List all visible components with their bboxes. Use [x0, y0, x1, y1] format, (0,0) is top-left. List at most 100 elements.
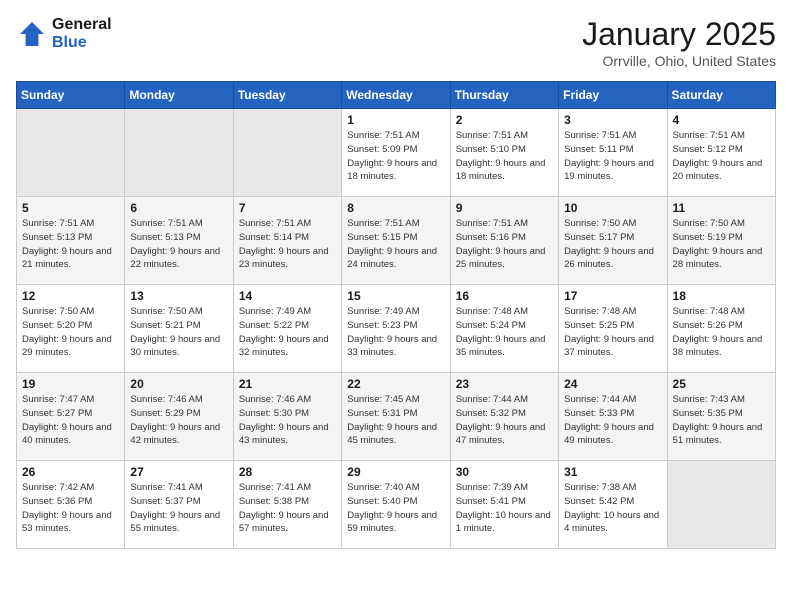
- day-info: Sunrise: 7:50 AMSunset: 5:17 PMDaylight:…: [564, 217, 661, 272]
- day-number: 24: [564, 377, 661, 391]
- day-number: 6: [130, 201, 227, 215]
- weekday-header: Saturday: [667, 82, 775, 109]
- weekday-header-row: SundayMondayTuesdayWednesdayThursdayFrid…: [17, 82, 776, 109]
- day-info: Sunrise: 7:48 AMSunset: 5:24 PMDaylight:…: [456, 305, 553, 360]
- calendar-cell: 13 Sunrise: 7:50 AMSunset: 5:21 PMDayligh…: [125, 285, 233, 373]
- calendar-week-row: 12Sunrise: 7:50 AMSunset: 5:20 PMDayligh…: [17, 285, 776, 373]
- calendar-cell: 26 Sunrise: 7:42 AMSunset: 5:36 PMDayligh…: [17, 461, 125, 549]
- calendar-week-row: 19Sunrise: 7:47 AMSunset: 5:27 PMDayligh…: [17, 373, 776, 461]
- calendar-cell: [125, 109, 233, 197]
- day-number: 30: [456, 465, 553, 479]
- day-number: 31: [564, 465, 661, 479]
- day-info: Sunrise: 7:50 AMSunset: 5:21 PMDaylight:…: [130, 305, 227, 360]
- day-info: Sunrise: 7:43 AMSunset: 5:35 PMDaylight:…: [673, 393, 770, 448]
- logo-icon: [16, 18, 48, 50]
- day-info: Sunrise: 7:38 AMSunset: 5:42 PMDaylight:…: [564, 481, 661, 536]
- calendar-cell: 24Sunrise: 7:44 AMSunset: 5:33 PMDayligh…: [559, 373, 667, 461]
- day-number: 17: [564, 289, 661, 303]
- day-number: 7: [239, 201, 336, 215]
- calendar-cell: 27Sunrise: 7:41 AMSunset: 5:37 PMDayligh…: [125, 461, 233, 549]
- day-info: Sunrise: 7:46 AMSunset: 5:29 PMDaylight:…: [130, 393, 227, 448]
- weekday-header: Friday: [559, 82, 667, 109]
- month-title: January 2025: [582, 16, 776, 53]
- day-info: Sunrise: 7:51 AMSunset: 5:11 PMDaylight:…: [564, 129, 661, 184]
- calendar-cell: 18Sunrise: 7:48 AMSunset: 5:26 PMDayligh…: [667, 285, 775, 373]
- calendar-cell: 29 Sunrise: 7:40 AMSunset: 5:40 PMDayligh…: [342, 461, 450, 549]
- calendar-cell: 11Sunrise: 7:50 AMSunset: 5:19 PMDayligh…: [667, 197, 775, 285]
- calendar-table: SundayMondayTuesdayWednesdayThursdayFrid…: [16, 81, 776, 549]
- day-info: Sunrise: 7:51 AMSunset: 5:10 PMDaylight:…: [456, 129, 553, 184]
- day-number: 11: [673, 201, 770, 215]
- weekday-header: Monday: [125, 82, 233, 109]
- calendar-cell: 1Sunrise: 7:51 AMSunset: 5:09 PMDaylight…: [342, 109, 450, 197]
- calendar-cell: 21 Sunrise: 7:46 AMSunset: 5:30 PMDayligh…: [233, 373, 341, 461]
- calendar-cell: 9 Sunrise: 7:51 AMSunset: 5:16 PMDaylight…: [450, 197, 558, 285]
- day-number: 14: [239, 289, 336, 303]
- day-info: Sunrise: 7:41 AMSunset: 5:38 PMDaylight:…: [239, 481, 336, 536]
- calendar-cell: 6 Sunrise: 7:51 AMSunset: 5:13 PMDaylight…: [125, 197, 233, 285]
- day-info: Sunrise: 7:50 AMSunset: 5:20 PMDaylight:…: [22, 305, 119, 360]
- day-number: 5: [22, 201, 119, 215]
- calendar-week-row: 1Sunrise: 7:51 AMSunset: 5:09 PMDaylight…: [17, 109, 776, 197]
- day-info: Sunrise: 7:49 AMSunset: 5:23 PMDaylight:…: [347, 305, 444, 360]
- day-number: 4: [673, 113, 770, 127]
- day-number: 10: [564, 201, 661, 215]
- day-info: Sunrise: 7:40 AMSunset: 5:40 PMDaylight:…: [347, 481, 444, 536]
- calendar-cell: 12Sunrise: 7:50 AMSunset: 5:20 PMDayligh…: [17, 285, 125, 373]
- day-number: 3: [564, 113, 661, 127]
- day-number: 20: [130, 377, 227, 391]
- day-info: Sunrise: 7:51 AMSunset: 5:13 PMDaylight:…: [130, 217, 227, 272]
- calendar-cell: 8 Sunrise: 7:51 AMSunset: 5:15 PMDaylight…: [342, 197, 450, 285]
- page-header: General Blue January 2025 Orrville, Ohio…: [16, 16, 776, 69]
- day-info: Sunrise: 7:44 AMSunset: 5:32 PMDaylight:…: [456, 393, 553, 448]
- calendar-cell: 4 Sunrise: 7:51 AMSunset: 5:12 PMDaylight…: [667, 109, 775, 197]
- weekday-header: Thursday: [450, 82, 558, 109]
- calendar-cell: 23 Sunrise: 7:44 AMSunset: 5:32 PMDayligh…: [450, 373, 558, 461]
- weekday-header: Tuesday: [233, 82, 341, 109]
- calendar-cell: 31 Sunrise: 7:38 AMSunset: 5:42 PMDayligh…: [559, 461, 667, 549]
- day-number: 15: [347, 289, 444, 303]
- day-number: 8: [347, 201, 444, 215]
- weekday-header: Sunday: [17, 82, 125, 109]
- calendar-week-row: 5 Sunrise: 7:51 AMSunset: 5:13 PMDaylight…: [17, 197, 776, 285]
- calendar-cell: 17 Sunrise: 7:48 AMSunset: 5:25 PMDayligh…: [559, 285, 667, 373]
- title-block: January 2025 Orrville, Ohio, United Stat…: [582, 16, 776, 69]
- day-info: Sunrise: 7:51 AMSunset: 5:14 PMDaylight:…: [239, 217, 336, 272]
- logo-text: General Blue: [52, 16, 112, 52]
- day-info: Sunrise: 7:45 AMSunset: 5:31 PMDaylight:…: [347, 393, 444, 448]
- day-number: 25: [673, 377, 770, 391]
- day-info: Sunrise: 7:51 AMSunset: 5:12 PMDaylight:…: [673, 129, 770, 184]
- calendar-cell: 2Sunrise: 7:51 AMSunset: 5:10 PMDaylight…: [450, 109, 558, 197]
- day-number: 29: [347, 465, 444, 479]
- logo: General Blue: [16, 16, 112, 52]
- calendar-cell: 10 Sunrise: 7:50 AMSunset: 5:17 PMDayligh…: [559, 197, 667, 285]
- calendar-cell: 5Sunrise: 7:51 AMSunset: 5:13 PMDaylight…: [17, 197, 125, 285]
- location: Orrville, Ohio, United States: [582, 53, 776, 69]
- day-number: 13: [130, 289, 227, 303]
- day-info: Sunrise: 7:51 AMSunset: 5:15 PMDaylight:…: [347, 217, 444, 272]
- day-number: 28: [239, 465, 336, 479]
- day-info: Sunrise: 7:48 AMSunset: 5:25 PMDaylight:…: [564, 305, 661, 360]
- day-info: Sunrise: 7:46 AMSunset: 5:30 PMDaylight:…: [239, 393, 336, 448]
- day-number: 9: [456, 201, 553, 215]
- calendar-week-row: 26 Sunrise: 7:42 AMSunset: 5:36 PMDayligh…: [17, 461, 776, 549]
- calendar-cell: 19Sunrise: 7:47 AMSunset: 5:27 PMDayligh…: [17, 373, 125, 461]
- day-number: 23: [456, 377, 553, 391]
- weekday-header: Wednesday: [342, 82, 450, 109]
- day-info: Sunrise: 7:51 AMSunset: 5:16 PMDaylight:…: [456, 217, 553, 272]
- calendar-cell: [667, 461, 775, 549]
- day-number: 16: [456, 289, 553, 303]
- day-info: Sunrise: 7:48 AMSunset: 5:26 PMDaylight:…: [673, 305, 770, 360]
- day-info: Sunrise: 7:47 AMSunset: 5:27 PMDaylight:…: [22, 393, 119, 448]
- day-number: 21: [239, 377, 336, 391]
- day-info: Sunrise: 7:41 AMSunset: 5:37 PMDaylight:…: [130, 481, 227, 536]
- calendar-cell: 22Sunrise: 7:45 AMSunset: 5:31 PMDayligh…: [342, 373, 450, 461]
- day-number: 26: [22, 465, 119, 479]
- day-info: Sunrise: 7:39 AMSunset: 5:41 PMDaylight:…: [456, 481, 553, 536]
- calendar-cell: 16 Sunrise: 7:48 AMSunset: 5:24 PMDayligh…: [450, 285, 558, 373]
- day-info: Sunrise: 7:49 AMSunset: 5:22 PMDaylight:…: [239, 305, 336, 360]
- calendar-cell: 15 Sunrise: 7:49 AMSunset: 5:23 PMDayligh…: [342, 285, 450, 373]
- calendar-cell: 14 Sunrise: 7:49 AMSunset: 5:22 PMDayligh…: [233, 285, 341, 373]
- calendar-cell: 7 Sunrise: 7:51 AMSunset: 5:14 PMDaylight…: [233, 197, 341, 285]
- day-info: Sunrise: 7:42 AMSunset: 5:36 PMDaylight:…: [22, 481, 119, 536]
